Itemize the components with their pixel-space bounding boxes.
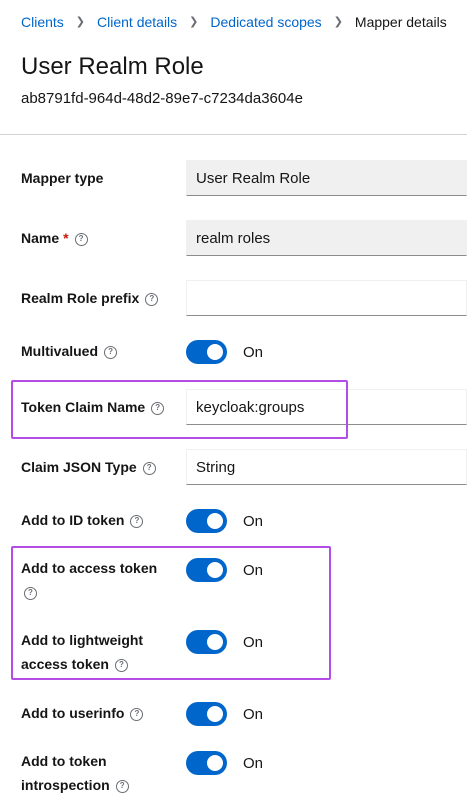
required-marker: * [63, 230, 69, 246]
mapper-id: ab8791fd-964d-48d2-89e7-c7234da3604e [21, 90, 303, 107]
add-to-id-token-switch[interactable]: On [186, 509, 263, 533]
add-to-id-token-state: On [243, 512, 264, 530]
help-icon[interactable]: ? [142, 461, 156, 475]
add-to-lightweight-access-token-state: On [243, 633, 264, 651]
add-to-token-introspection-state: On [243, 754, 264, 772]
breadcrumb-client-details-link[interactable]: Client details [97, 14, 177, 30]
add-to-token-introspection-switch[interactable]: On [186, 751, 263, 775]
add-to-userinfo-toggle[interactable] [186, 702, 227, 726]
add-to-token-introspection-label: Add to token introspection? [21, 749, 129, 797]
chevron-right-icon: ❯ [333, 15, 343, 28]
add-to-userinfo-state: On [243, 705, 264, 723]
breadcrumb: Clients ❯ Client details ❯ Dedicated sco… [21, 14, 447, 30]
realm-role-prefix-input[interactable] [186, 280, 467, 316]
help-icon[interactable]: ? [145, 292, 159, 306]
multivalued-state: On [243, 343, 264, 361]
add-to-id-token-toggle[interactable] [186, 509, 227, 533]
add-to-access-token-switch[interactable]: On [186, 558, 263, 582]
chevron-right-icon: ❯ [75, 15, 86, 28]
claim-json-type-select[interactable]: String [186, 449, 467, 485]
divider [0, 134, 467, 135]
multivalued-switch[interactable]: On [186, 340, 263, 364]
help-icon[interactable]: ? [114, 658, 128, 672]
breadcrumb-clients-link[interactable]: Clients [21, 14, 64, 30]
add-to-userinfo-switch[interactable]: On [186, 702, 263, 726]
chevron-right-icon: ❯ [189, 15, 199, 28]
add-to-access-token-toggle[interactable] [186, 558, 227, 582]
help-icon[interactable]: ? [130, 514, 144, 528]
add-to-lightweight-access-token-label: Add to lightweight access token? [21, 632, 144, 672]
add-to-lightweight-access-token-toggle[interactable] [186, 630, 227, 654]
claim-json-type-label: Claim JSON Type? [21, 455, 156, 479]
multivalued-toggle[interactable] [186, 340, 227, 364]
token-claim-name-label: Token Claim Name? [21, 395, 165, 419]
help-icon[interactable]: ? [74, 232, 88, 246]
breadcrumb-dedicated-scopes-link[interactable]: Dedicated scopes [210, 14, 321, 30]
add-to-id-token-label: Add to ID token? [21, 508, 144, 532]
help-icon[interactable]: ? [104, 345, 118, 359]
page-title: User Realm Role [21, 53, 204, 80]
name-label: Name *? [21, 226, 88, 250]
help-icon[interactable]: ? [130, 707, 144, 721]
realm-role-prefix-label: Realm Role prefix? [21, 286, 159, 310]
add-to-access-token-label: Add to access token ? [21, 556, 157, 604]
token-claim-name-input[interactable]: keycloak:groups [186, 389, 467, 425]
name-field: realm roles [186, 220, 467, 256]
help-icon[interactable]: ? [115, 779, 129, 793]
help-icon[interactable]: ? [151, 401, 165, 415]
help-icon[interactable]: ? [24, 586, 37, 600]
add-to-lightweight-access-token-switch[interactable]: On [186, 630, 263, 654]
mapper-type-field: User Realm Role [186, 160, 467, 196]
breadcrumb-current: Mapper details [354, 14, 447, 30]
add-to-userinfo-label: Add to userinfo? [21, 701, 144, 725]
add-to-access-token-state: On [243, 561, 264, 579]
multivalued-label: Multivalued? [21, 339, 118, 363]
mapper-type-label: Mapper type [21, 170, 104, 186]
add-to-token-introspection-toggle[interactable] [186, 751, 227, 775]
